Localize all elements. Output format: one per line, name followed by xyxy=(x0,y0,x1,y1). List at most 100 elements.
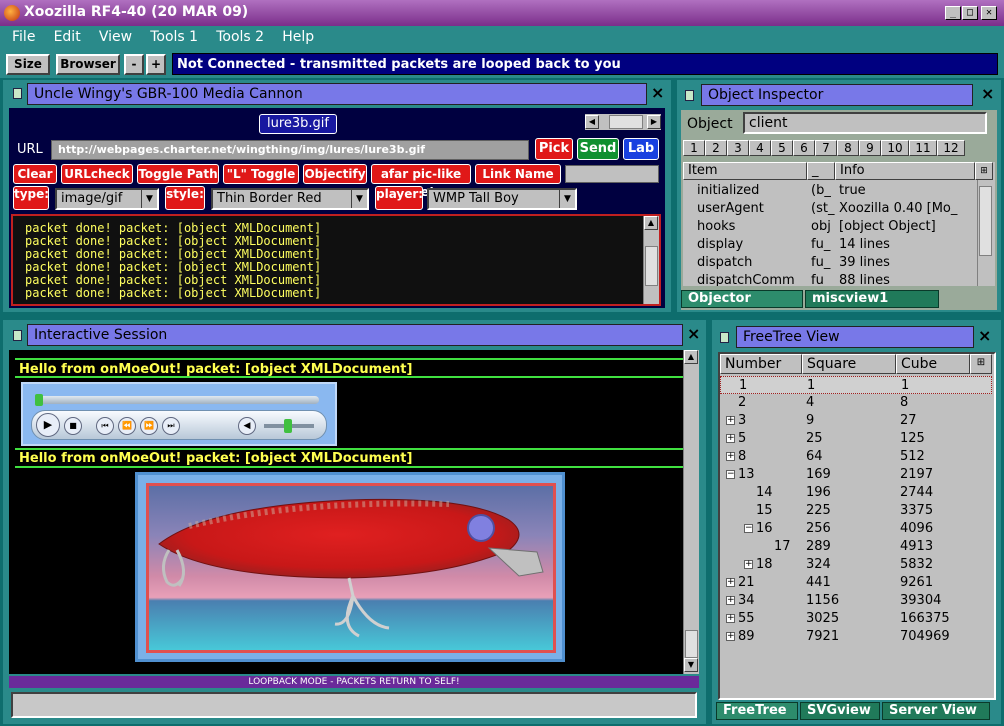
chevron-down-icon[interactable]: ▼ xyxy=(141,190,157,208)
play-icon[interactable]: ▶ xyxy=(36,413,60,437)
col-number-header[interactable]: Number xyxy=(720,354,802,374)
tree-row[interactable]: 2 4 8 xyxy=(720,394,992,412)
tab-svgview[interactable]: SVGview xyxy=(800,702,880,720)
volume-thumb[interactable] xyxy=(284,419,292,433)
menu-help[interactable]: Help xyxy=(282,29,314,45)
send-button[interactable]: Send xyxy=(577,138,619,160)
clear-button[interactable]: Clear xyxy=(13,164,57,184)
media-slider[interactable]: ◀ ▶ xyxy=(585,114,661,130)
next-icon[interactable]: ⏭ xyxy=(162,417,180,435)
scroll-thumb[interactable] xyxy=(979,186,992,256)
tree-row[interactable]: +21 441 9261 xyxy=(720,574,992,592)
type-select[interactable]: image/gif ▼ xyxy=(55,188,159,210)
log-scrollbar[interactable]: ▲ xyxy=(643,216,659,304)
close-window-button[interactable]: ✕ xyxy=(981,6,997,20)
style-select[interactable]: Thin Border Red ▼ xyxy=(211,188,369,210)
tree-row[interactable]: 17 289 4913 xyxy=(720,538,992,556)
maximize-button[interactable]: □ xyxy=(962,6,978,20)
tab-3[interactable]: 3 xyxy=(727,140,749,156)
tab-freetree[interactable]: FreeTree xyxy=(716,702,798,720)
tree-row[interactable]: −16 256 4096 xyxy=(720,520,992,538)
session-scroll-thumb[interactable] xyxy=(685,630,698,658)
tab-6[interactable]: 6 xyxy=(793,140,815,156)
tab-miscview1[interactable]: miscview1 xyxy=(805,290,939,308)
link-name-button[interactable]: Link Name => xyxy=(475,164,561,199)
slider-thumb[interactable] xyxy=(609,115,643,129)
tree-row[interactable]: 15 225 3375 xyxy=(720,502,992,520)
slider-left-icon[interactable]: ◀ xyxy=(585,115,599,129)
tree-row[interactable]: 1 1 1 xyxy=(720,376,992,394)
menu-edit[interactable]: Edit xyxy=(54,29,81,45)
menu-view[interactable]: View xyxy=(99,29,132,45)
player-select[interactable]: WMP Tall Boy ▼ xyxy=(427,188,577,210)
tree-row[interactable]: 14 196 2744 xyxy=(720,484,992,502)
tab-2[interactable]: 2 xyxy=(705,140,727,156)
log-scroll-thumb[interactable] xyxy=(645,246,658,286)
session-scrollbar[interactable]: ▲ ▼ xyxy=(683,350,699,674)
expand-icon[interactable]: + xyxy=(726,596,735,605)
urlcheck-button[interactable]: URLcheck xyxy=(61,164,133,184)
object-input[interactable]: client xyxy=(743,112,987,134)
tree-row[interactable]: +8 64 512 xyxy=(720,448,992,466)
menu-tools-2[interactable]: Tools 2 xyxy=(216,29,264,45)
pick-button[interactable]: Pick xyxy=(535,138,573,160)
scroll-up-icon[interactable]: ▲ xyxy=(684,350,698,364)
menu-file[interactable]: File xyxy=(12,29,35,45)
tab-8[interactable]: 8 xyxy=(837,140,859,156)
objectify-button[interactable]: Objectify xyxy=(303,164,367,184)
collapse-icon[interactable]: − xyxy=(726,470,735,479)
column-picker-icon[interactable]: ⊞ xyxy=(975,162,993,180)
volume-slider[interactable] xyxy=(264,419,314,433)
expand-icon[interactable]: + xyxy=(726,416,735,425)
chevron-down-icon[interactable]: ▼ xyxy=(351,190,367,208)
close-media-panel-icon[interactable]: × xyxy=(651,85,664,101)
collapse-icon[interactable]: − xyxy=(744,524,753,533)
col-item-header[interactable]: Item xyxy=(683,162,807,180)
tree-row[interactable]: +34 1156 39304 xyxy=(720,592,992,610)
col-square-header[interactable]: Square xyxy=(802,354,896,374)
chevron-down-icon[interactable]: ▼ xyxy=(559,190,575,208)
table-row[interactable]: initialized (b_ true xyxy=(683,182,975,200)
tree-row[interactable]: −13 169 2197 xyxy=(720,466,992,484)
size-button[interactable]: Size xyxy=(6,54,50,75)
close-inspector-icon[interactable]: × xyxy=(981,86,994,102)
tab-5[interactable]: 5 xyxy=(771,140,793,156)
fast-forward-icon[interactable]: ⏩ xyxy=(140,417,158,435)
rewind-icon[interactable]: ⏪ xyxy=(118,417,136,435)
inspector-scrollbar[interactable] xyxy=(977,180,993,286)
scroll-down-icon[interactable]: ▼ xyxy=(684,658,698,672)
browser-button[interactable]: Browser xyxy=(56,54,120,75)
tab-10[interactable]: 10 xyxy=(881,140,909,156)
l-toggle-button[interactable]: "L" Toggle xyxy=(223,164,299,184)
table-row[interactable]: dispatch fu_ 39 lines xyxy=(683,254,975,272)
link-name-input[interactable] xyxy=(565,165,659,183)
expand-icon[interactable]: + xyxy=(726,578,735,587)
tab-4[interactable]: 4 xyxy=(749,140,771,156)
close-session-icon[interactable]: × xyxy=(687,326,700,342)
tab-11[interactable]: 11 xyxy=(909,140,937,156)
expand-icon[interactable]: + xyxy=(726,614,735,623)
tab-12[interactable]: 12 xyxy=(937,140,965,156)
tree-row[interactable]: +5 25 125 xyxy=(720,430,992,448)
afar-pic-button[interactable]: afar pic-like file! xyxy=(371,164,471,199)
column-picker-icon[interactable]: ⊞ xyxy=(970,354,992,374)
session-input[interactable] xyxy=(11,692,697,718)
table-row[interactable]: userAgent (st_ Xoozilla 0.40 [Mo_ xyxy=(683,200,975,218)
tree-row[interactable]: +18 324 5832 xyxy=(720,556,992,574)
col-cube-header[interactable]: Cube xyxy=(896,354,970,374)
url-input[interactable]: http://webpages.charter.net/wingthing/im… xyxy=(51,140,529,160)
expand-icon[interactable]: + xyxy=(726,434,735,443)
expand-icon[interactable]: + xyxy=(726,452,735,461)
stop-icon[interactable]: ■ xyxy=(64,417,82,435)
zoom-out-button[interactable]: - xyxy=(124,54,144,75)
tab-7[interactable]: 7 xyxy=(815,140,837,156)
scroll-up-icon[interactable]: ▲ xyxy=(644,216,658,230)
toggle-path-button[interactable]: Toggle Path xyxy=(137,164,219,184)
seek-thumb[interactable] xyxy=(35,394,43,406)
tab-1[interactable]: 1 xyxy=(683,140,705,156)
expand-icon[interactable]: + xyxy=(744,560,753,569)
tab-9[interactable]: 9 xyxy=(859,140,881,156)
slider-right-icon[interactable]: ▶ xyxy=(647,115,661,129)
tab-server-view[interactable]: Server View xyxy=(882,702,990,720)
col-info-header[interactable]: Info xyxy=(835,162,975,180)
